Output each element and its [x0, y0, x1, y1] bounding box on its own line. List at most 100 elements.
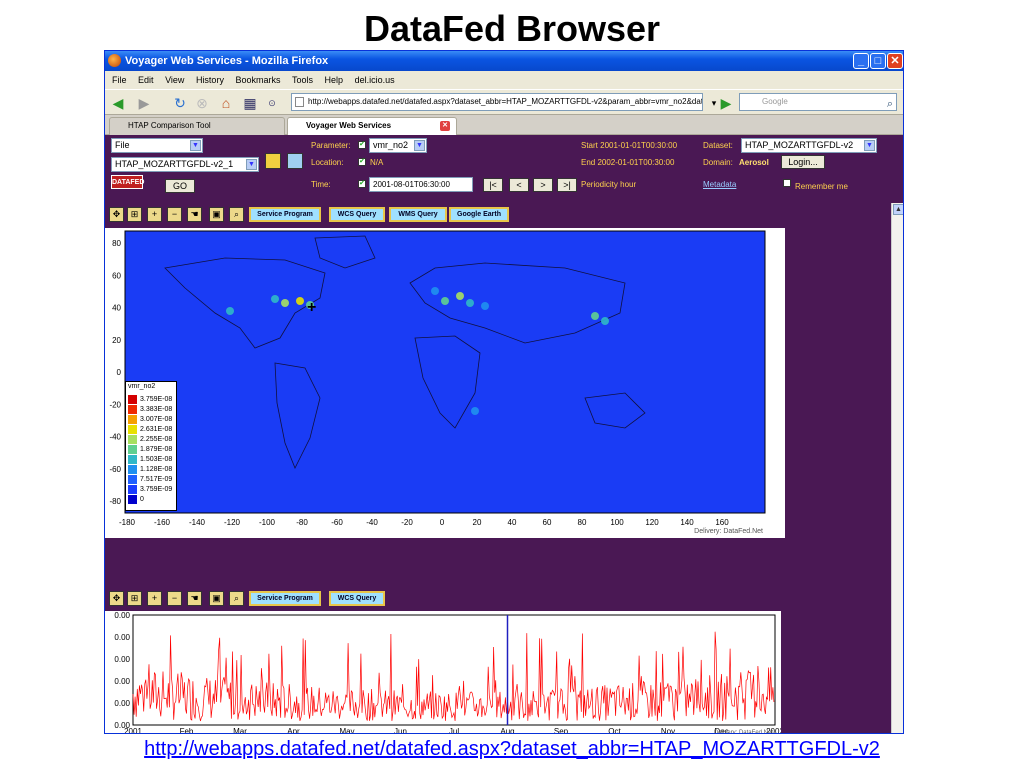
location-label: Location:	[311, 158, 344, 167]
time-checkbox[interactable]: ✔	[358, 180, 366, 188]
menu-help[interactable]: Help	[325, 75, 344, 85]
dataset-select-left[interactable]: HTAP_MOZARTTGFDL-v2_1 ▼	[111, 157, 259, 172]
tag-icon[interactable]: ⊙	[263, 94, 281, 112]
zoom-in-icon[interactable]: +	[147, 207, 162, 222]
legend-label: 2.631E-08	[140, 426, 173, 433]
menu-delicious[interactable]: del.icio.us	[355, 75, 395, 85]
metadata-link[interactable]: Metadata	[703, 180, 736, 189]
wms-query-button[interactable]: WMS Query	[389, 207, 447, 222]
ts-delivery-text: Delivery: DataFed.Net	[714, 730, 773, 734]
no2-hotspot	[471, 407, 479, 415]
menu-edit[interactable]: Edit	[138, 75, 154, 85]
tab-htap[interactable]: HTAP Comparison Tool	[109, 117, 285, 135]
login-button[interactable]: Login...	[781, 155, 825, 169]
bottom-url-link[interactable]: http://webapps.datafed.net/datafed.aspx?…	[0, 738, 1024, 761]
map-y-tick: 60	[112, 271, 121, 280]
search-input[interactable]: Google	[739, 93, 897, 111]
parameter-checkbox[interactable]: ✔	[358, 141, 366, 149]
stop-icon[interactable]: ⊗	[193, 94, 211, 112]
map-svg[interactable]: +80 60 40 20 0 -20 -40 -60 -80 -180 -160 -140 -120 -1…	[105, 228, 785, 538]
menu-tools[interactable]: Tools	[292, 75, 313, 85]
no2-hotspot	[441, 297, 449, 305]
maximize-button[interactable]: □	[870, 53, 886, 69]
tab-voyager[interactable]: Voyager Web Services ✕	[287, 117, 457, 135]
zoom-out-icon[interactable]: −	[167, 207, 182, 222]
wcs-query-button[interactable]: WCS Query	[329, 207, 385, 222]
ts-x-tick: Jul	[449, 727, 459, 734]
map-x-tick: 60	[543, 518, 552, 527]
back-icon[interactable]: ◀	[109, 94, 127, 112]
map-x-tick: 100	[610, 518, 624, 527]
camera-icon[interactable]	[287, 153, 303, 169]
bookmark-icon[interactable]: ▦	[241, 94, 259, 112]
chevron-down-icon: ▼	[246, 159, 257, 170]
menu-view[interactable]: View	[165, 75, 184, 85]
legend-label: 2.255E-08	[140, 436, 173, 443]
map-x-tick: 160	[715, 518, 729, 527]
datafed-logo: DATAFED	[111, 175, 144, 189]
zoom-out-icon[interactable]: −	[167, 591, 182, 606]
legend-swatch	[128, 415, 137, 424]
menu-bookmarks[interactable]: Bookmarks	[235, 75, 280, 85]
service-program-button[interactable]: Service Program	[249, 591, 321, 606]
menu-file[interactable]: File	[112, 75, 127, 85]
close-button[interactable]: ✕	[887, 53, 903, 69]
chevron-down-icon: ▼	[190, 140, 201, 151]
scroll-up-icon[interactable]: ▲	[893, 204, 903, 215]
tab-htap-label: HTAP Comparison Tool	[128, 121, 211, 130]
timeseries-panel: 0.00 0.00 0.00 0.00 0.00 0.00 2001 Feb Mar Apr May…	[105, 611, 784, 734]
page-icon	[295, 97, 304, 107]
ts-x-tick: Nov	[661, 727, 675, 734]
dataset-select[interactable]: HTAP_MOZARTTGFDL-v2 ▼	[741, 138, 877, 153]
next-button[interactable]: >	[533, 178, 553, 192]
search-icon[interactable]: ⌕	[881, 95, 899, 113]
wcs-query-button[interactable]: WCS Query	[329, 591, 385, 606]
zoom-box-icon[interactable]: ⊞	[127, 591, 142, 606]
legend-row: 1.879E-08	[128, 444, 178, 454]
dataset-label: Dataset:	[703, 141, 733, 150]
save-icon[interactable]: ▣	[209, 207, 224, 222]
last-button[interactable]: >|	[557, 178, 577, 192]
minimize-button[interactable]: _	[853, 53, 869, 69]
pan-icon[interactable]: ✥	[109, 591, 124, 606]
google-earth-button[interactable]: Google Earth	[449, 207, 509, 222]
hand-icon[interactable]: ☚	[187, 591, 202, 606]
legend-label: 1.503E-08	[140, 456, 173, 463]
legend-row: 7.517E-09	[128, 474, 178, 484]
ts-y-tick: 0.00	[114, 655, 130, 664]
time-label: Time:	[311, 180, 331, 189]
home-icon[interactable]: ⌂	[217, 94, 235, 112]
table-icon[interactable]	[265, 153, 281, 169]
zoom-box-icon[interactable]: ⊞	[127, 207, 142, 222]
forward-icon[interactable]: ▶	[135, 94, 153, 112]
go-arrow-icon[interactable]: ▶	[717, 94, 735, 112]
hand-icon[interactable]: ☚	[187, 207, 202, 222]
vertical-scrollbar[interactable]: ▲	[891, 203, 903, 733]
pan-icon[interactable]: ✥	[109, 207, 124, 222]
timeseries-svg[interactable]: 0.000.000.000.000.000.002001 Feb Mar Apr May…	[105, 611, 784, 734]
menu-history[interactable]: History	[196, 75, 224, 85]
voyager-control-panel: File ▼ HTAP_MOZARTTGFDL-v2_1 ▼ DATAFED GO …	[105, 135, 903, 199]
tab-close-icon[interactable]: ✕	[440, 121, 450, 131]
file-select[interactable]: File ▼	[111, 138, 203, 153]
first-button[interactable]: |<	[483, 178, 503, 192]
url-bar[interactable]: http://webapps.datafed.net/datafed.aspx?…	[291, 93, 703, 111]
location-value: N/A	[370, 158, 384, 167]
magnify-icon[interactable]: ⌕	[229, 591, 244, 606]
legend-row: 2.255E-08	[128, 434, 178, 444]
go-button[interactable]: GO	[165, 179, 195, 193]
time-input[interactable]: 2001-08-01T06:30:00	[369, 177, 473, 192]
location-checkbox[interactable]: ✔	[358, 158, 366, 166]
no2-hotspot	[466, 299, 474, 307]
legend-swatch	[128, 395, 137, 404]
parameter-select[interactable]: vmr_no2 ▼	[369, 138, 427, 153]
no2-hotspot	[456, 292, 464, 300]
magnify-icon[interactable]: ⌕	[229, 207, 244, 222]
prev-button[interactable]: <	[509, 178, 529, 192]
reload-icon[interactable]: ↻	[171, 94, 189, 112]
legend-row: 3.759E-09	[128, 484, 178, 494]
service-program-button[interactable]: Service Program	[249, 207, 321, 222]
zoom-in-icon[interactable]: +	[147, 591, 162, 606]
save-icon[interactable]: ▣	[209, 591, 224, 606]
remember-checkbox[interactable]	[783, 179, 791, 187]
